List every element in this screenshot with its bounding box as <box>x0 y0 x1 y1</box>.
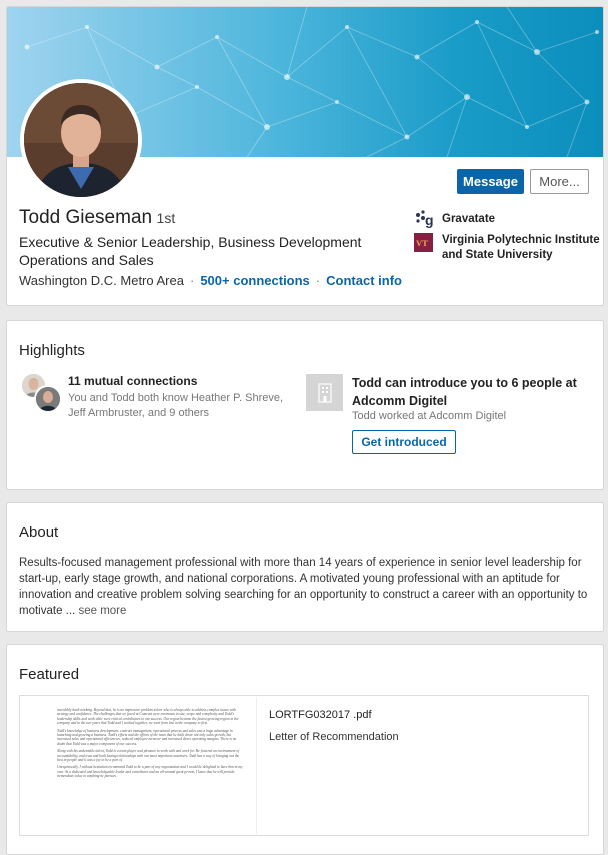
document-thumbnail: incredibly hard-working. Beyond that, he… <box>21 697 257 834</box>
profile-avatar[interactable] <box>20 79 142 201</box>
highlights-heading: Highlights <box>19 342 85 359</box>
about-text: Results-focused management professional … <box>19 555 597 619</box>
document-title: LORTFG032017 .pdf <box>269 709 372 721</box>
svg-text:VT: VT <box>416 238 428 248</box>
mutual-connections-names: You and Todd both know Heather P. Shreve… <box>68 392 284 419</box>
document-subtitle: Letter of Recommendation <box>269 731 399 743</box>
contact-info-link[interactable]: Contact info <box>326 273 402 288</box>
profile-headline: Executive & Senior Leadership, Business … <box>19 234 362 268</box>
highlights-card: Highlights 11 mutual connections You and… <box>6 320 604 490</box>
introduce-title: Todd can introduce you to 6 people at Ad… <box>352 376 577 408</box>
mutual-avatar-2[interactable] <box>34 385 62 413</box>
separator-dot: · <box>189 273 195 288</box>
featured-document[interactable]: incredibly hard-working. Beyond that, he… <box>19 695 589 836</box>
profile-card: Message More... Todd Gieseman · 1st Exec… <box>6 6 604 306</box>
profile-location: Washington D.C. Metro Area <box>19 273 184 288</box>
message-button[interactable]: Message <box>457 169 524 194</box>
profile-photo <box>24 83 138 197</box>
connections-link[interactable]: 500+ connections <box>200 273 309 288</box>
about-card: About Results-focused management profess… <box>6 502 604 632</box>
connection-degree: · 1st <box>148 210 176 226</box>
introduce-subtitle: Todd worked at Adcomm Digitel <box>352 410 507 422</box>
building-icon <box>306 374 343 411</box>
building-glyph <box>317 382 332 403</box>
doc-paragraph: incredibly hard-working. Beyond that, he… <box>57 708 239 726</box>
svg-text:g: g <box>425 212 433 228</box>
doc-paragraph: Unequivocally, I without hesitation reco… <box>57 765 243 779</box>
mutual-photo-2 <box>36 387 60 411</box>
separator-dot: · <box>315 273 321 288</box>
education-school[interactable]: VT Virginia Polytechnic Institute and St… <box>414 233 602 263</box>
vt-logo-icon: VT <box>414 233 433 252</box>
company-name: Gravatate <box>442 213 496 225</box>
about-ellipsis: ... <box>62 605 79 617</box>
featured-card: Featured incredibly hard-working. Beyond… <box>6 644 604 855</box>
doc-paragraph: Todd's knowledge of business development… <box>57 728 237 746</box>
profile-name: Todd Gieseman <box>19 207 153 228</box>
current-company[interactable]: g Gravatate <box>414 209 602 228</box>
gravatate-logo-icon: g <box>416 210 433 228</box>
profile-location-line: Washington D.C. Metro Area · 500+ connecti… <box>19 273 402 288</box>
mutual-connections-title[interactable]: 11 mutual connections <box>68 374 197 388</box>
doc-paragraph: Along with his undeniable talent, Todd i… <box>57 749 240 763</box>
about-heading: About <box>19 524 59 541</box>
get-introduced-button[interactable]: Get introduced <box>352 430 456 454</box>
school-name: Virginia Polytechnic Institute and State… <box>442 234 600 261</box>
more-button[interactable]: More... <box>530 169 589 194</box>
featured-heading: Featured <box>19 666 80 683</box>
see-more-link[interactable]: see more <box>78 605 126 617</box>
